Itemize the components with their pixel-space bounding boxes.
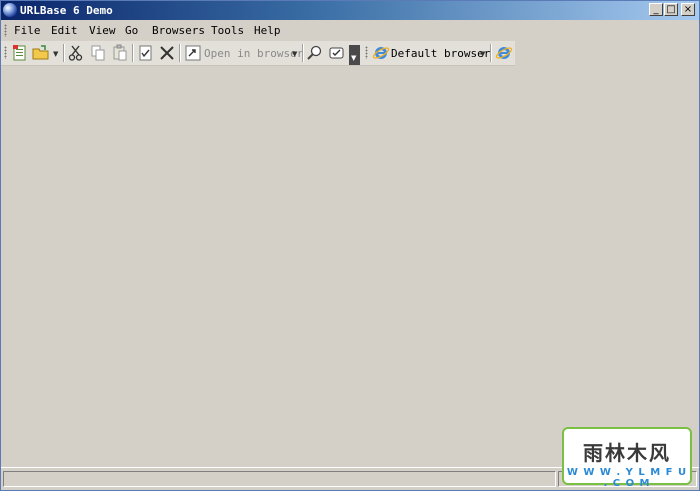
default-browser-label[interactable]: Default browser: [391, 47, 490, 60]
minimize-icon: _: [653, 4, 659, 15]
watermark-title: 雨林木风: [583, 441, 671, 465]
watermark-logo: 雨林木风 W W W . Y L M F U . C O M: [562, 427, 692, 489]
new-button[interactable]: [11, 44, 29, 62]
copy-button[interactable]: [89, 44, 107, 62]
minimize-button[interactable]: _: [649, 3, 663, 16]
open-button[interactable]: [32, 44, 50, 62]
open-dropdown-arrow-icon[interactable]: ▼: [53, 50, 58, 58]
launch-browser-button[interactable]: [495, 44, 513, 62]
cut-icon: [68, 45, 83, 61]
toolbar-grip-icon[interactable]: [365, 46, 368, 59]
menu-view[interactable]: View: [89, 24, 116, 37]
maximize-button[interactable]: □: [664, 3, 678, 16]
menu-go[interactable]: Go: [125, 24, 138, 37]
find-icon: [307, 45, 322, 60]
delete-button[interactable]: [158, 44, 176, 62]
toolbar-overflow-button[interactable]: ▼: [349, 45, 360, 65]
close-icon: ×: [683, 4, 693, 15]
open-in-browser-dropdown-arrow-icon[interactable]: ▼: [292, 50, 297, 58]
copy-icon: [91, 45, 105, 61]
cut-button[interactable]: [67, 44, 85, 62]
open-in-browser-label[interactable]: Open in browser: [204, 47, 303, 60]
menu-browsers[interactable]: Browsers: [152, 24, 205, 37]
check-links-icon: [329, 47, 344, 59]
toolbar-separator: [132, 44, 134, 62]
find-button[interactable]: [306, 44, 324, 62]
menu-bar: File Edit View Go Browsers Tools Help: [1, 21, 699, 40]
open-in-browser-icon: [185, 45, 201, 61]
menu-help[interactable]: Help: [254, 24, 281, 37]
toolbar-separator: [302, 44, 304, 62]
watermark-url: W W W . Y L M F U . C O M: [566, 467, 688, 489]
app-globe-icon[interactable]: [3, 3, 17, 17]
menu-tools[interactable]: Tools: [211, 24, 244, 37]
toolbar-separator: [63, 44, 65, 62]
paste-icon: [113, 44, 127, 61]
chevron-down-icon: ▼: [351, 54, 357, 62]
close-button[interactable]: ×: [681, 3, 695, 16]
internet-explorer-icon: [372, 47, 390, 59]
checklist-button[interactable]: [137, 44, 155, 62]
title-bar[interactable]: URLBase 6 Demo _ □ ×: [1, 1, 699, 20]
check-links-button[interactable]: [328, 44, 346, 62]
app-window: URLBase 6 Demo _ □ × File Edit View Go B…: [0, 0, 700, 491]
default-browser-button[interactable]: [372, 44, 390, 62]
paste-button[interactable]: [111, 44, 129, 62]
window-title: URLBase 6 Demo: [20, 4, 113, 17]
menubar-grip-icon[interactable]: [4, 24, 7, 37]
main-toolbar: ▼ Open in browser ▼ Default browser ▼: [1, 41, 515, 66]
open-folder-icon: [32, 45, 49, 60]
maximize-icon: □: [666, 4, 676, 15]
delete-icon: [160, 46, 174, 60]
checklist-icon: [139, 45, 152, 61]
toolbar-separator: [179, 44, 181, 62]
toolbar-separator: [490, 44, 492, 62]
menu-edit[interactable]: Edit: [51, 24, 78, 37]
open-in-browser-button[interactable]: [184, 44, 202, 62]
new-icon: [13, 45, 26, 61]
toolbar-grip-icon[interactable]: [4, 46, 7, 59]
default-browser-dropdown-arrow-icon[interactable]: ▼: [480, 50, 485, 58]
main-content-area: [1, 66, 699, 466]
status-panel-main: [3, 471, 556, 487]
menu-file[interactable]: File: [14, 24, 41, 37]
internet-explorer-icon: [495, 47, 513, 59]
